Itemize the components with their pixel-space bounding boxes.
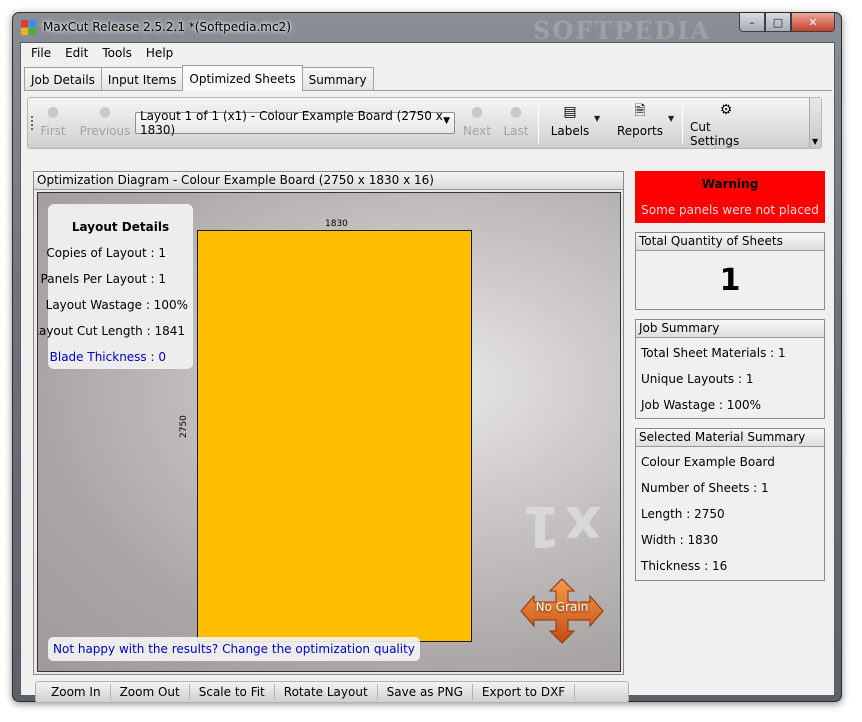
window-title: MaxCut Release 2.5.2.1 *(Softpedia.mc2) <box>43 20 291 34</box>
reports-label: Reports <box>616 124 664 138</box>
toolbar-grip[interactable] <box>31 116 34 130</box>
minimize-button[interactable]: – <box>739 13 765 32</box>
labels-button[interactable]: ▤ Labels <box>546 102 594 144</box>
gear-icon: ⚙ <box>719 102 733 118</box>
warning-message: Some panels were not placed <box>641 203 819 217</box>
minimize-icon: – <box>749 15 755 29</box>
labels-label: Labels <box>550 124 590 138</box>
maxcut-app-icon <box>21 20 37 36</box>
job-summary-panel: Job Summary Total Sheet Materials : 1 Un… <box>635 319 825 419</box>
material-length: Length : 2750 <box>641 507 725 521</box>
labels-dropdown-icon[interactable]: ▼ <box>594 114 600 123</box>
tab-summary[interactable]: Summary <box>301 67 374 91</box>
previous-icon: ● <box>98 104 112 120</box>
menu-tools[interactable]: Tools <box>95 46 139 60</box>
menu-file[interactable]: File <box>24 46 58 60</box>
optimization-diagram-panel: Optimization Diagram - Colour Example Bo… <box>33 171 624 675</box>
last-icon: ● <box>509 104 523 120</box>
last-label: Last <box>503 124 529 138</box>
material-thickness: Thickness : 16 <box>641 559 728 573</box>
reports-dropdown-icon[interactable]: ▼ <box>668 114 674 123</box>
next-icon: ● <box>470 104 484 120</box>
total-sheets-value: 1 <box>719 263 741 298</box>
rotate-layout-button[interactable]: Rotate Layout <box>275 684 378 700</box>
menu-bar: File Edit Tools Help <box>21 43 834 63</box>
material-summary-header: Selected Material Summary <box>636 429 824 447</box>
first-button[interactable]: ● First <box>36 102 70 144</box>
close-icon: ✕ <box>808 15 818 29</box>
previous-label: Previous <box>79 124 131 138</box>
layout-select-value: Layout 1 of 1 (x1) - Colour Example Boar… <box>140 109 443 137</box>
total-sheets-header: Total Quantity of Sheets <box>636 233 824 251</box>
sheet-board[interactable] <box>197 230 472 642</box>
next-button[interactable]: ● Next <box>460 102 494 144</box>
diagram-title: Optimization Diagram - Colour Example Bo… <box>34 172 623 190</box>
job-wastage: Job Wastage : 100% <box>641 398 762 412</box>
diagram-canvas[interactable]: Layout Details Copies of Layout : 1 Pane… <box>37 192 621 672</box>
overflow-icon: ▼ <box>812 137 819 146</box>
toolbar-separator <box>682 102 683 144</box>
diagram-actions-bar: Zoom In Zoom Out Scale to Fit Rotate Lay… <box>35 681 629 703</box>
title-bar[interactable]: MaxCut Release 2.5.2.1 *(Softpedia.mc2) … <box>13 13 841 45</box>
material-name: Colour Example Board <box>641 455 775 469</box>
main-tabs: Job Details Input Items Optimized Sheets… <box>24 65 374 91</box>
warning-box: Warning Some panels were not placed <box>635 171 825 223</box>
zoom-in-button[interactable]: Zoom In <box>42 684 111 700</box>
tab-input-items[interactable]: Input Items <box>100 67 184 91</box>
sheet-length-dimension: 2750 <box>179 415 189 438</box>
warning-title: Warning <box>701 177 759 191</box>
layout-cut-length: Layout Cut Length : 1841 <box>37 324 185 338</box>
menu-help[interactable]: Help <box>139 46 180 60</box>
optimization-quality-link[interactable]: Not happy with the results? Change the o… <box>48 637 420 661</box>
material-width: Width : 1830 <box>641 533 719 547</box>
number-of-sheets: Number of Sheets : 1 <box>641 481 769 495</box>
maximize-icon: □ <box>772 15 784 29</box>
layout-select[interactable]: Layout 1 of 1 (x1) - Colour Example Boar… <box>135 109 455 137</box>
job-summary-header: Job Summary <box>636 320 824 338</box>
layout-quantity-mark: x1 <box>518 493 602 558</box>
tab-divider <box>24 90 832 91</box>
reports-icon: 🗎 <box>634 103 646 119</box>
maximize-button[interactable]: □ <box>765 13 791 32</box>
scale-to-fit-button[interactable]: Scale to Fit <box>190 684 275 700</box>
chevron-down-icon: ▼ <box>443 116 450 126</box>
material-summary-panel: Selected Material Summary Colour Example… <box>635 428 825 581</box>
sheet-width-dimension: 1830 <box>325 219 348 229</box>
total-sheets-panel: Total Quantity of Sheets 1 <box>635 232 825 310</box>
layout-wastage: Layout Wastage : 100% <box>45 298 188 312</box>
last-button[interactable]: ● Last <box>501 102 531 144</box>
reports-button[interactable]: 🗎 Reports <box>612 102 668 144</box>
cut-settings-label: Cut Settings <box>690 120 740 148</box>
copies-of-layout: Copies of Layout : 1 <box>46 246 166 260</box>
first-label: First <box>40 124 66 138</box>
app-window: MaxCut Release 2.5.2.1 *(Softpedia.mc2) … <box>12 12 842 703</box>
panels-per-layout: Panels Per Layout : 1 <box>40 272 166 286</box>
toolbar-separator <box>538 102 539 144</box>
tab-optimized-sheets[interactable]: Optimized Sheets <box>182 65 303 91</box>
unique-layouts: Unique Layouts : 1 <box>641 372 754 386</box>
previous-button[interactable]: ● Previous <box>78 102 132 144</box>
menu-edit[interactable]: Edit <box>58 46 95 60</box>
first-icon: ● <box>46 104 60 120</box>
next-label: Next <box>463 124 491 138</box>
layout-toolbar: ● First ● Previous Layout 1 of 1 (x1) - … <box>27 97 822 149</box>
save-as-png-button[interactable]: Save as PNG <box>378 684 473 700</box>
total-sheet-materials: Total Sheet Materials : 1 <box>641 346 786 360</box>
close-button[interactable]: ✕ <box>791 13 835 32</box>
layout-details-card: Layout Details Copies of Layout : 1 Pane… <box>38 204 193 369</box>
tab-job-details[interactable]: Job Details <box>24 67 102 91</box>
labels-icon: ▤ <box>563 104 577 120</box>
layout-details-heading: Layout Details <box>71 220 170 234</box>
cut-settings-button[interactable]: ⚙ Cut Settings <box>690 102 762 148</box>
softpedia-watermark: SOFTPEDIA <box>533 16 712 45</box>
zoom-out-button[interactable]: Zoom Out <box>111 684 190 700</box>
no-grain-badge: No Grain <box>520 578 604 644</box>
blade-thickness-link[interactable]: Blade Thickness : 0 <box>50 350 166 364</box>
export-to-dxf-button[interactable]: Export to DXF <box>473 684 576 700</box>
no-grain-label: No Grain <box>535 600 589 614</box>
toolbar-overflow-button[interactable]: ▼ <box>809 98 821 148</box>
client-area: File Edit Tools Help Job Details Input I… <box>20 42 835 703</box>
